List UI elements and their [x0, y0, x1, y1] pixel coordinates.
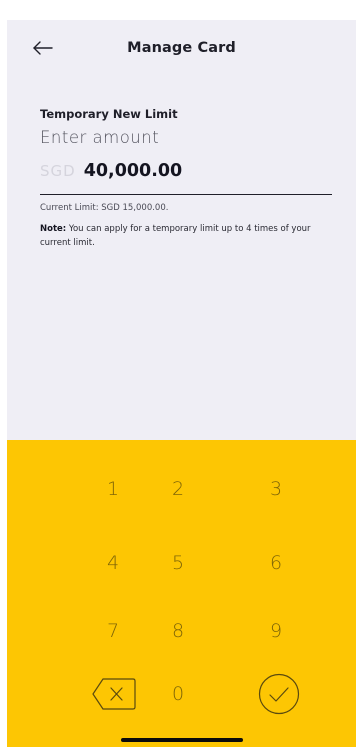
key-label: 0 [171, 683, 185, 705]
backspace-icon [92, 678, 136, 710]
key-label: 5 [171, 552, 185, 574]
amount-input[interactable] [40, 128, 300, 147]
page-title: Manage Card [127, 40, 236, 56]
limit-form: Temporary New Limit SGD 40,000.00 Curren… [40, 107, 332, 250]
numeric-keypad: 1 2 3 4 5 6 7 8 9 0 [7, 440, 356, 747]
key-label: 8 [171, 620, 185, 642]
key-4[interactable]: 4 [78, 541, 148, 585]
key-label: 6 [269, 552, 283, 574]
manage-card-screen: Manage Card Temporary New Limit SGD 40,0… [0, 0, 363, 747]
key-1[interactable]: 1 [78, 467, 148, 511]
key-label: 2 [171, 478, 185, 500]
check-circle-icon [258, 673, 300, 715]
top-strip [0, 0, 363, 20]
confirm-button[interactable] [258, 673, 300, 715]
key-0[interactable]: 0 [143, 672, 213, 716]
field-label: Temporary New Limit [40, 107, 178, 121]
current-limit-text: Current Limit: SGD 15,000.00. [40, 203, 169, 213]
key-6[interactable]: 6 [241, 541, 311, 585]
note-text: Note: You can apply for a temporary limi… [40, 222, 332, 250]
key-5[interactable]: 5 [143, 541, 213, 585]
key-8[interactable]: 8 [143, 609, 213, 653]
currency-label: SGD [40, 162, 76, 180]
key-label: 4 [106, 552, 120, 574]
key-9[interactable]: 9 [241, 609, 311, 653]
note-body: You can apply for a temporary limit up t… [40, 224, 311, 248]
key-label: 1 [106, 478, 120, 500]
key-3[interactable]: 3 [241, 467, 311, 511]
note-label: Note: [40, 224, 67, 234]
backspace-button[interactable] [91, 676, 137, 712]
header: Manage Card [7, 26, 356, 72]
key-label: 3 [269, 478, 283, 500]
amount-value: 40,000.00 [83, 161, 183, 181]
key-2[interactable]: 2 [143, 467, 213, 511]
key-label: 9 [269, 620, 283, 642]
key-label: 7 [106, 620, 120, 642]
amount-field[interactable]: SGD 40,000.00 [40, 161, 332, 195]
home-indicator [121, 738, 243, 742]
key-7[interactable]: 7 [78, 609, 148, 653]
